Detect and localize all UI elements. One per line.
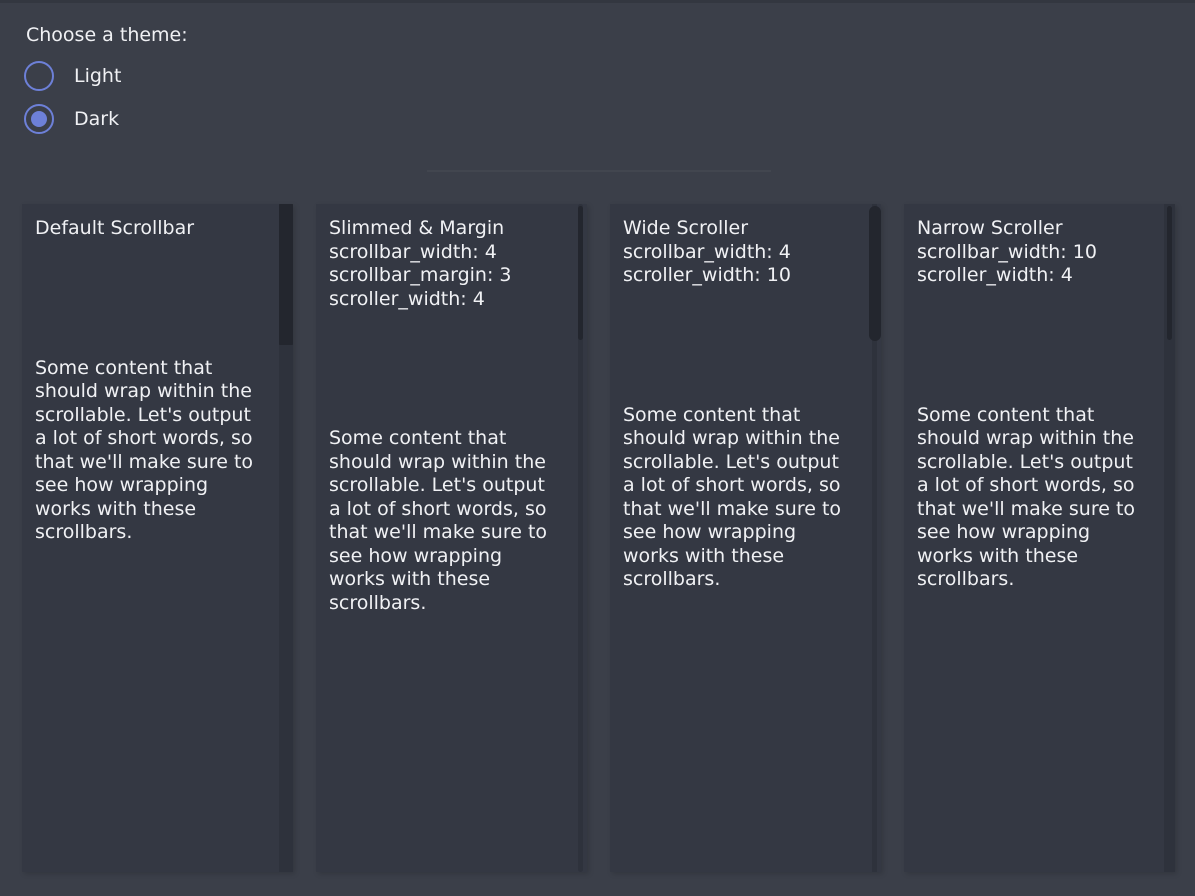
radio-selected-icon (24, 104, 54, 134)
panel-config: scrollbar_width: 4 scroller_width: 10 (623, 241, 859, 288)
radio-option-dark[interactable]: Dark (24, 104, 119, 134)
radio-unselected-icon (24, 61, 54, 91)
radio-option-light[interactable]: Light (24, 61, 121, 91)
panel-content: Some content that should wrap within the… (329, 427, 565, 615)
radio-dot (31, 111, 47, 127)
panel-title: Narrow Scroller (917, 217, 1153, 241)
panel-content: Some content that should wrap within the… (35, 357, 271, 545)
scrollbar-thumb[interactable] (1167, 206, 1172, 340)
panel-title: Default Scrollbar (35, 217, 271, 241)
panel-content: Some content that should wrap within the… (623, 404, 859, 592)
panel-content: Some content that should wrap within the… (917, 404, 1153, 592)
scrollbar-thumb[interactable] (279, 204, 293, 345)
radio-label-dark: Dark (74, 107, 119, 131)
window-top-edge (0, 0, 1195, 3)
radio-label-light: Light (74, 64, 121, 88)
theme-chooser-label: Choose a theme: (26, 23, 188, 47)
panel-title: Slimmed & Margin (329, 217, 565, 241)
divider (427, 170, 771, 172)
panels-row: Default Scrollbar Some content that shou… (22, 204, 1175, 872)
scroll-panel-wide-scroller[interactable]: Wide Scroller scrollbar_width: 4 scrolle… (610, 204, 881, 872)
panel-config: scrollbar_width: 4 scrollbar_margin: 3 s… (329, 241, 565, 312)
scroll-panel-default[interactable]: Default Scrollbar Some content that shou… (22, 204, 293, 872)
scroll-panel-narrow-scroller[interactable]: Narrow Scroller scrollbar_width: 10 scro… (904, 204, 1175, 872)
scroll-panel-slimmed-margin[interactable]: Slimmed & Margin scrollbar_width: 4 scro… (316, 204, 587, 872)
scrollbar-thumb[interactable] (869, 206, 881, 341)
scrollbar-thumb[interactable] (578, 206, 583, 340)
panel-config: scrollbar_width: 10 scroller_width: 4 (917, 241, 1153, 288)
panel-title: Wide Scroller (623, 217, 859, 241)
